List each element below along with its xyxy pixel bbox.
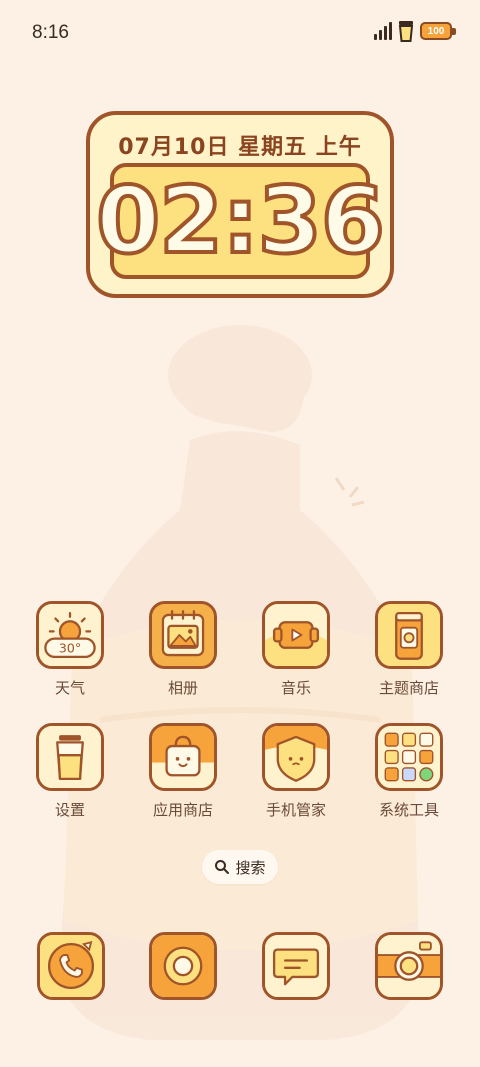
dock-browser[interactable] [149, 932, 217, 1000]
messages-icon [265, 935, 327, 997]
dock-messages[interactable] [262, 932, 330, 1000]
cup-icon [398, 21, 414, 42]
weather-temp: 30° [59, 641, 82, 656]
phone-icon [40, 935, 102, 997]
battery-icon: 100 [420, 22, 456, 40]
clock-widget[interactable]: 07月10日 星期五 上午 02:36 [86, 111, 394, 298]
app-weather[interactable]: 30° 天气 [20, 601, 120, 698]
clock-face: 02:36 [94, 163, 387, 279]
app-label: 设置 [54, 801, 85, 819]
app-music[interactable]: 音乐 [246, 601, 346, 698]
themes-icon [375, 601, 443, 669]
search-icon [215, 860, 230, 874]
camera-icon [378, 935, 440, 997]
security-icon [262, 723, 330, 791]
app-label: 相册 [167, 679, 198, 697]
app-security[interactable]: 手机管家 [246, 723, 346, 820]
dock-phone[interactable] [37, 932, 105, 1000]
app-store[interactable]: 应用商店 [133, 723, 233, 820]
app-settings[interactable]: 设置 [20, 723, 120, 820]
music-icon [262, 601, 330, 669]
dock-camera[interactable] [375, 932, 443, 1000]
search-button[interactable]: 搜索 [202, 850, 278, 884]
app-label: 手机管家 [265, 801, 326, 819]
tools-folder-icon [375, 723, 443, 791]
app-label: 音乐 [280, 679, 311, 697]
app-label: 主题商店 [378, 679, 439, 697]
settings-icon [36, 723, 104, 791]
app-label: 天气 [54, 679, 85, 697]
signal-icon [374, 22, 392, 40]
battery-level: 100 [427, 25, 445, 37]
clock-date: 07月10日 星期五 上午 [118, 135, 362, 160]
app-tools-folder[interactable]: 系统工具 [359, 723, 459, 820]
app-store-icon [149, 723, 217, 791]
status-bar: 8:16 100 [0, 0, 480, 66]
status-time: 8:16 [32, 22, 69, 43]
app-gallery[interactable]: 相册 [133, 601, 233, 698]
clock-time: 02:36 [94, 167, 387, 274]
weather-icon: 30° [36, 601, 104, 669]
app-themes[interactable]: 主题商店 [359, 601, 459, 698]
browser-icon [152, 935, 214, 997]
app-label: 应用商店 [152, 801, 213, 819]
gallery-icon [149, 601, 217, 669]
app-label: 系统工具 [378, 801, 439, 819]
search-label: 搜索 [235, 858, 266, 877]
status-icons: 100 [374, 20, 456, 42]
